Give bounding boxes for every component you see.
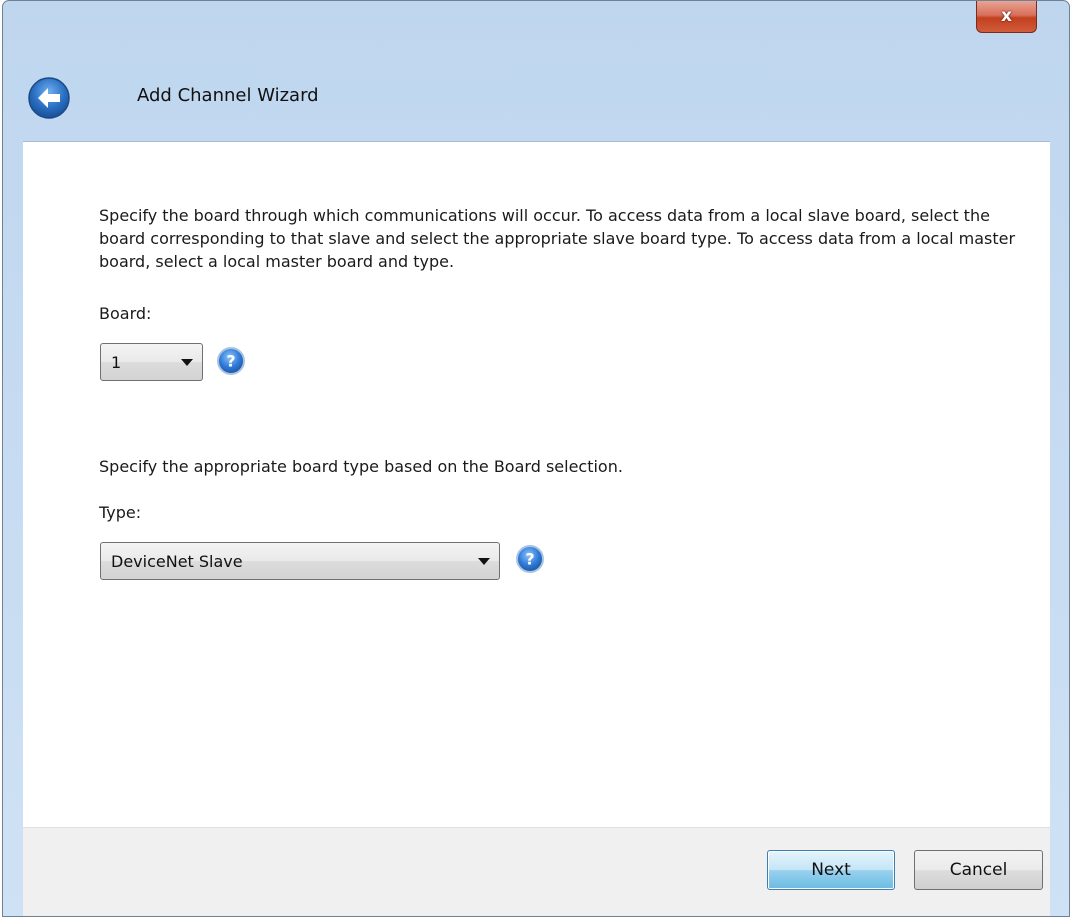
board-select[interactable]: 1 bbox=[100, 343, 203, 381]
chevron-down-icon bbox=[478, 557, 490, 565]
help-question-icon: ? bbox=[516, 545, 544, 573]
type-label: Type: bbox=[99, 503, 142, 522]
wizard-header: Add Channel Wizard bbox=[3, 1, 1069, 141]
type-select[interactable]: DeviceNet Slave bbox=[100, 542, 500, 580]
back-button[interactable] bbox=[27, 76, 71, 120]
board-label: Board: bbox=[99, 304, 152, 323]
close-button[interactable]: x bbox=[976, 1, 1037, 33]
board-description: Specify the board through which communic… bbox=[99, 206, 1016, 271]
help-question-icon: ? bbox=[217, 347, 245, 375]
chevron-down-icon bbox=[181, 358, 193, 366]
back-arrow-icon bbox=[28, 77, 70, 119]
wizard-title: Add Channel Wizard bbox=[137, 85, 319, 106]
wizard-footer: Next Cancel bbox=[23, 827, 1050, 916]
board-select-value: 1 bbox=[111, 352, 122, 372]
type-description: Specify the appropriate board type based… bbox=[99, 457, 623, 476]
wizard-content: Specify the board through which communic… bbox=[23, 141, 1050, 828]
board-help-icon[interactable]: ? bbox=[216, 346, 246, 376]
close-x-icon: x bbox=[1001, 6, 1012, 26]
svg-text:?: ? bbox=[525, 550, 534, 569]
wizard-window: Add Channel Wizard x Specify the board t… bbox=[2, 0, 1070, 917]
cancel-button[interactable]: Cancel bbox=[914, 850, 1043, 890]
type-help-icon[interactable]: ? bbox=[515, 544, 545, 574]
type-select-value: DeviceNet Slave bbox=[111, 551, 243, 571]
next-button[interactable]: Next bbox=[767, 850, 895, 890]
svg-text:?: ? bbox=[226, 352, 235, 371]
